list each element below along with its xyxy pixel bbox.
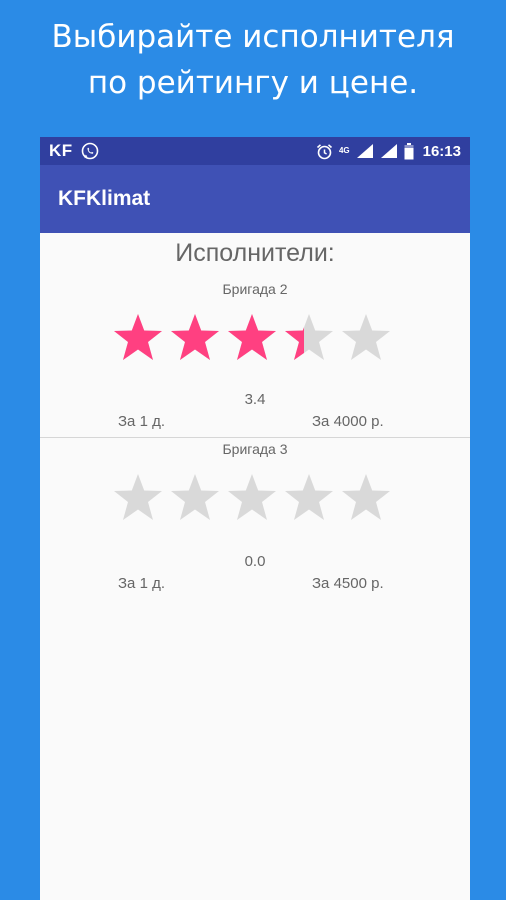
brigade-card[interactable]: Бригада 3 0.0 За 1 д. За 4500 р. <box>40 441 470 606</box>
brigade-card[interactable]: Бригада 2 3.4 За 1 д. За 4000 р. <box>40 281 470 446</box>
battery-icon <box>404 142 414 159</box>
status-bar: KF 4G 16:13 <box>40 137 470 165</box>
star-icon[interactable] <box>170 473 220 521</box>
brigade-name: Бригада 2 <box>222 281 288 297</box>
alarm-icon <box>316 143 332 159</box>
price-label: За 4500 р. <box>312 575 384 592</box>
brigade-name: Бригада 3 <box>222 441 288 457</box>
star-icon[interactable] <box>341 313 391 361</box>
rating-bar <box>113 473 391 521</box>
rating-value: 0.0 <box>244 553 266 570</box>
promo-line-2: по рейтингу и цене. <box>87 65 419 101</box>
star-icon[interactable] <box>113 313 163 361</box>
app-bar: KFKlimat <box>40 165 470 233</box>
phone-screen: KF 4G 16:13 KFKlimat Исполнители: Бригад… <box>40 137 470 900</box>
star-icon[interactable] <box>170 313 220 361</box>
rating-bar <box>113 313 391 361</box>
duration-label: За 1 д. <box>118 413 165 430</box>
star-icon[interactable] <box>284 313 334 361</box>
carrier-label: KF <box>49 141 73 160</box>
star-icon[interactable] <box>227 313 277 361</box>
page-title: Исполнители: <box>175 239 335 267</box>
star-icon[interactable] <box>284 473 334 521</box>
promo-caption: Выбирайте исполнителя по рейтингу и цене… <box>0 14 506 106</box>
rating-value: 3.4 <box>244 391 266 408</box>
divider <box>40 437 470 438</box>
star-icon[interactable] <box>113 473 163 521</box>
price-label: За 4000 р. <box>312 413 384 430</box>
signal-icon <box>380 144 397 158</box>
star-icon[interactable] <box>341 473 391 521</box>
app-title: KFKlimat <box>58 187 151 210</box>
clock: 16:13 <box>422 142 461 160</box>
star-icon[interactable] <box>227 473 277 521</box>
promo-line-1: Выбирайте исполнителя <box>51 19 455 55</box>
whatsapp-icon <box>81 142 98 160</box>
network-type: 4G <box>338 146 350 155</box>
duration-label: За 1 д. <box>118 575 165 592</box>
signal-icon <box>356 144 373 158</box>
